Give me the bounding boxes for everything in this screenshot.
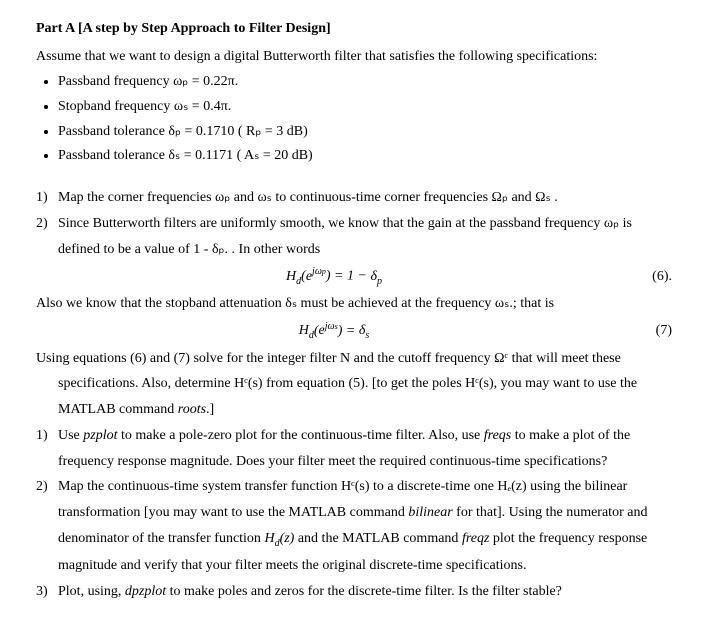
mid-text-1: Also we know that the stopband attenuati… xyxy=(36,293,672,315)
spec-stopband-tol: Passband tolerance δₛ = 0.1171 ( Aₛ = 20… xyxy=(58,145,672,167)
steps-list-2: 1) Use pzplot to make a pole-zero plot f… xyxy=(36,425,672,602)
step-2: 2) Since Butterworth filters are uniform… xyxy=(36,213,672,235)
step-b1: 1) Use pzplot to make a pole-zero plot f… xyxy=(36,425,672,447)
intro-text: Assume that we want to design a digital … xyxy=(36,46,672,68)
spec-stopband-freq: Stopband frequency ωₛ = 0.4π. xyxy=(58,96,672,118)
using-line-3: MATLAB command roots.] xyxy=(36,399,672,421)
equation-6: Hd(ejωp) = 1 − δp (6). xyxy=(36,264,672,289)
equation-7-expr: Hd(ejωs) = δs xyxy=(36,319,632,344)
document-page: Part A [A step by Step Approach to Filte… xyxy=(0,0,702,624)
step-text: Plot, using, dpzplot to make poles and z… xyxy=(58,581,672,603)
part-a-title: Part A [A step by Step Approach to Filte… xyxy=(36,18,672,40)
step-text: Since Butterworth filters are uniformly … xyxy=(58,213,672,235)
spec-list: Passband frequency ωₚ = 0.22π. Stopband … xyxy=(36,71,672,167)
step-text: Use pzplot to make a pole-zero plot for … xyxy=(58,425,672,447)
step-number: 1) xyxy=(36,187,58,209)
step-2-cont: defined to be a value of 1 - δₚ. . In ot… xyxy=(36,239,672,261)
step-number: 3) xyxy=(36,581,58,603)
spec-passband-tol: Passband tolerance δₚ = 0.1710 ( Rₚ = 3 … xyxy=(58,121,672,143)
using-line-1: Using equations (6) and (7) solve for th… xyxy=(36,348,672,370)
using-line-2: specifications. Also, determine Hᶜ(s) fr… xyxy=(36,373,672,395)
spec-passband-freq: Passband frequency ωₚ = 0.22π. xyxy=(58,71,672,93)
step-number: 2) xyxy=(36,476,58,498)
equation-7-num: (7) xyxy=(632,320,672,342)
equation-7: Hd(ejωs) = δs (7) xyxy=(36,319,672,344)
equation-6-num: (6). xyxy=(632,266,672,288)
step-b2-cont1: transformation [you may want to use the … xyxy=(36,502,672,524)
step-b2-cont3: magnitude and verify that your filter me… xyxy=(36,555,672,577)
step-text: Map the continuous-time system transfer … xyxy=(58,476,672,498)
step-number: 1) xyxy=(36,425,58,447)
steps-list-1: 1) Map the corner frequencies ωₚ and ωₛ … xyxy=(36,187,672,260)
equation-6-expr: Hd(ejωp) = 1 − δp xyxy=(36,264,632,289)
step-number: 2) xyxy=(36,213,58,235)
step-b1-cont: frequency response magnitude. Does your … xyxy=(36,451,672,473)
step-b3: 3) Plot, using, dpzplot to make poles an… xyxy=(36,581,672,603)
step-b2-cont2: denominator of the transfer function Hd(… xyxy=(36,528,672,551)
step-b2: 2) Map the continuous-time system transf… xyxy=(36,476,672,498)
step-text: Map the corner frequencies ωₚ and ωₛ to … xyxy=(58,187,672,209)
step-1: 1) Map the corner frequencies ωₚ and ωₛ … xyxy=(36,187,672,209)
